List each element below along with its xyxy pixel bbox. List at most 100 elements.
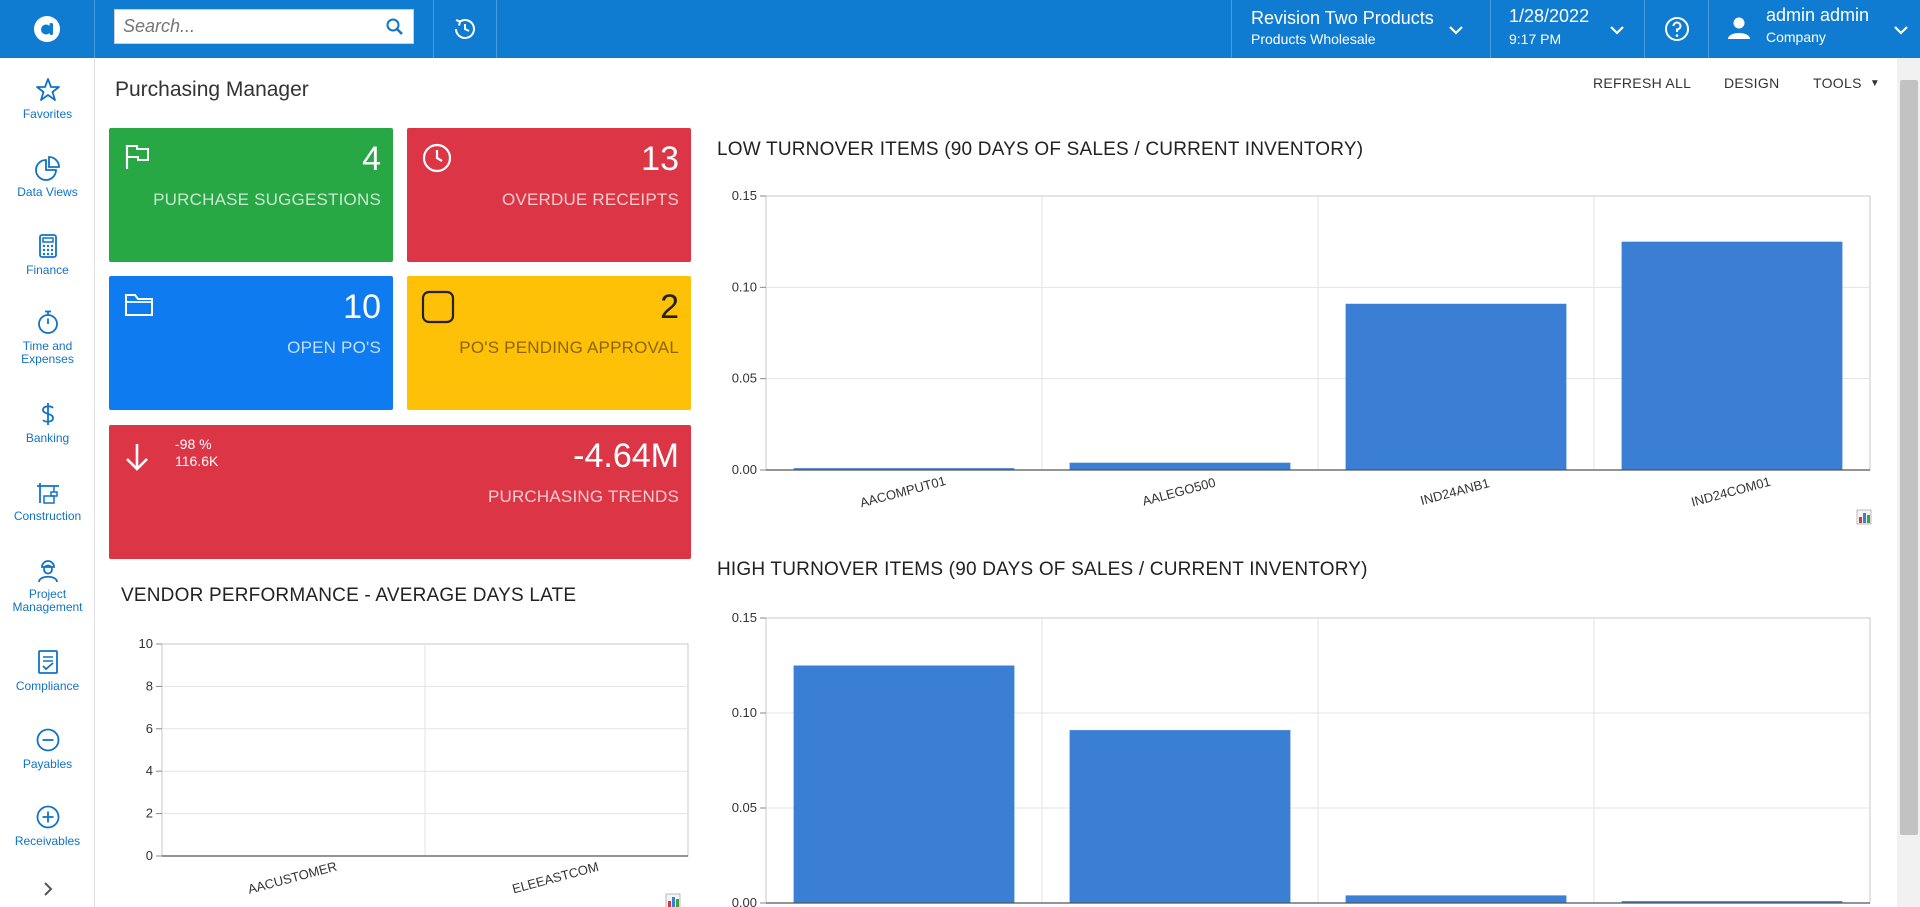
vendor-performance-title: VENDOR PERFORMANCE - AVERAGE DAYS LATE <box>121 585 577 606</box>
sidebar-item-label: Data Views <box>17 185 78 199</box>
x-tick-label: AACOMPUT01 <box>858 473 947 510</box>
tools-menu-button[interactable]: TOOLS ▼ <box>1813 75 1880 91</box>
sidebar-item-payables[interactable]: Payables <box>0 726 95 771</box>
chart-export-icon[interactable] <box>665 893 681 907</box>
page-title: Purchasing Manager <box>115 78 309 101</box>
sidebar-item-time-and-expenses[interactable]: Time and Expenses <box>0 308 95 366</box>
search-icon[interactable] <box>385 17 405 37</box>
x-tick-label: ELEEASTCOM <box>510 859 600 896</box>
high-turnover-title: HIGH TURNOVER ITEMS (90 DAYS OF SALES / … <box>717 559 1368 580</box>
user-name: admin admin <box>1766 5 1870 25</box>
chevron-down-icon <box>1610 26 1624 35</box>
user-icon <box>1728 17 1750 39</box>
home-logo[interactable] <box>0 0 95 58</box>
y-tick-label: 10 <box>139 636 153 651</box>
tile-value: 4 <box>362 140 381 178</box>
bar[interactable] <box>1069 730 1291 903</box>
calculator-icon <box>38 234 57 258</box>
search-box <box>114 9 414 44</box>
bar[interactable] <box>1621 241 1843 470</box>
y-tick-label: 0.00 <box>732 462 757 477</box>
bar[interactable] <box>1345 303 1567 470</box>
high-turnover-chart: 0.00 0.05 0.10 0.15 <box>732 610 1871 907</box>
y-tick-label: 0.05 <box>732 371 757 386</box>
y-tick-label: 6 <box>146 721 153 736</box>
purchasing-trends-tile[interactable]: -98 % 116.6K -4.64M PURCHASING TRENDS <box>109 425 691 559</box>
tile-value: 13 <box>641 140 679 178</box>
x-tick-label: AACUSTOMER <box>246 859 338 897</box>
chart-export-icon[interactable] <box>1856 509 1872 525</box>
tile-value: -4.64M <box>573 437 679 475</box>
clock-icon <box>422 143 452 173</box>
page-scrollbar-thumb[interactable] <box>1900 80 1918 835</box>
sidebar-item-label: Project Management <box>12 587 83 614</box>
expand-sidebar-chevron-icon[interactable] <box>40 880 56 898</box>
purchase-suggestions-tile[interactable]: 4 PURCHASE SUGGESTIONS <box>109 128 393 262</box>
dollar-icon <box>41 403 54 425</box>
y-tick-label: 0.00 <box>732 895 757 907</box>
y-tick-label: 0.15 <box>732 610 757 625</box>
bar[interactable] <box>1345 895 1567 903</box>
sidebar-item-project-management[interactable]: Project Management <box>0 556 95 614</box>
help-button[interactable] <box>1644 0 1708 58</box>
help-icon <box>1664 17 1689 41</box>
minus-circle-icon <box>36 728 59 752</box>
sidebar-item-label: Time and Expenses <box>21 339 74 366</box>
caret-down-icon: ▼ <box>1869 78 1881 89</box>
open-pos-tile[interactable]: 10 OPEN PO'S <box>109 276 393 410</box>
sidebar-item-data-views[interactable]: Data Views <box>0 154 95 199</box>
bar[interactable] <box>793 665 1015 904</box>
y-tick-label: 8 <box>146 678 153 693</box>
tile-value: 10 <box>343 288 381 326</box>
folder-icon <box>125 294 153 316</box>
business-date-selector[interactable]: 1/28/2022 9:17 PM <box>1490 0 1644 58</box>
refresh-all-button[interactable]: REFRESH ALL <box>1593 75 1691 91</box>
sidebar-item-construction[interactable]: Construction <box>0 478 95 523</box>
sidebar-item-label: Compliance <box>15 679 80 693</box>
x-tick-label: IND24COM01 <box>1689 474 1772 510</box>
tile-label: OVERDUE RECEIPTS <box>501 190 679 209</box>
chevron-down-icon <box>1894 26 1908 35</box>
sidebar-item-compliance[interactable]: Compliance <box>0 648 95 693</box>
low-turnover-chart: 0.00 0.05 0.10 0.15 AACOMPUT01 AALEGO500 IND24… <box>732 188 1872 525</box>
checkbox-square-icon <box>421 290 455 324</box>
y-tick-label: 2 <box>146 806 153 821</box>
pie-chart-icon <box>34 156 60 181</box>
user-menu[interactable]: admin admin Company <box>1708 0 1920 58</box>
tenant-name: Revision Two Products <box>1251 8 1434 28</box>
sidebar-item-banking[interactable]: Banking <box>0 400 95 445</box>
search-input[interactable] <box>115 10 370 43</box>
y-tick-label: 0.10 <box>732 705 757 720</box>
acumatica-logo-icon <box>34 16 60 42</box>
y-tick-label: 0.15 <box>732 188 757 203</box>
sidebar-item-label: Finance <box>26 263 69 277</box>
y-tick-label: 0.10 <box>732 279 757 294</box>
tile-value: 2 <box>660 288 679 326</box>
tile-label: OPEN PO'S <box>287 338 381 357</box>
sidebar-item-favorites[interactable]: Favorites <box>0 76 95 121</box>
history-clock-icon <box>455 19 475 39</box>
sidebar-item-label: Receivables <box>14 834 81 848</box>
checklist-icon <box>37 650 58 674</box>
low-turnover-title: LOW TURNOVER ITEMS (90 DAYS OF SALES / C… <box>717 139 1364 160</box>
sidebar-item-receivables[interactable]: Receivables <box>0 803 95 848</box>
recent-history-button[interactable] <box>433 0 497 58</box>
tile-label: PURCHASE SUGGESTIONS <box>153 190 381 209</box>
tile-label: PURCHASING TRENDS <box>487 487 679 506</box>
x-tick-label: IND24ANB1 <box>1419 475 1491 508</box>
stopwatch-icon <box>37 310 58 334</box>
crane-icon <box>36 483 59 504</box>
trend-change-percent: -98 % <box>175 436 212 452</box>
pos-pending-approval-tile[interactable]: 2 PO'S PENDING APPROVAL <box>407 276 691 410</box>
tile-label: PO'S PENDING APPROVAL <box>459 338 679 357</box>
y-tick-label: 0.05 <box>732 800 757 815</box>
trend-previous-value: 116.6K <box>175 453 219 469</box>
user-company: Company <box>1766 29 1826 45</box>
tenant-selector[interactable]: Revision Two Products Products Wholesale <box>1231 0 1490 58</box>
overdue-receipts-tile[interactable]: 13 OVERDUE RECEIPTS <box>407 128 691 262</box>
y-tick-label: 4 <box>146 763 153 778</box>
plus-circle-icon <box>36 805 59 829</box>
bar[interactable] <box>1069 462 1291 470</box>
sidebar-item-finance[interactable]: Finance <box>0 232 95 277</box>
design-button[interactable]: DESIGN <box>1724 75 1779 91</box>
